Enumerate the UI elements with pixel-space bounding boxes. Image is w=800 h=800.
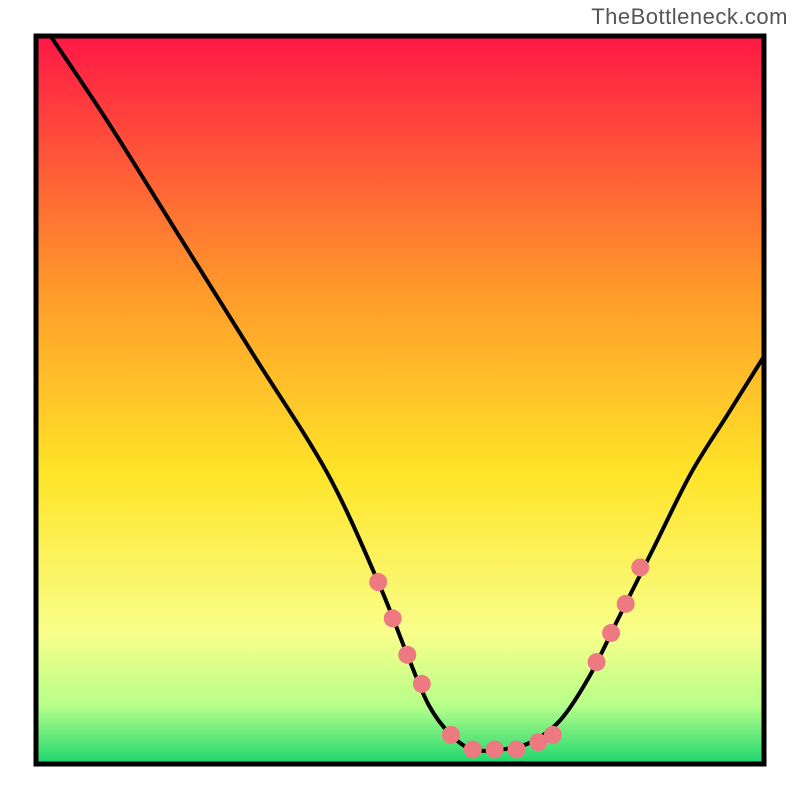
data-dot [544, 726, 562, 744]
data-dot [602, 624, 620, 642]
data-dot [398, 646, 416, 664]
watermark-label: TheBottleneck.com [591, 4, 788, 30]
data-dot [631, 558, 649, 576]
chart-container: TheBottleneck.com [0, 0, 800, 800]
data-dot [413, 675, 431, 693]
data-dot [486, 740, 504, 758]
data-dot [617, 595, 635, 613]
data-dot [369, 573, 387, 591]
data-dot [507, 740, 525, 758]
data-dot [442, 726, 460, 744]
data-dot [464, 740, 482, 758]
data-dot [588, 653, 606, 671]
bottleneck-chart [0, 0, 800, 800]
data-dot [384, 609, 402, 627]
